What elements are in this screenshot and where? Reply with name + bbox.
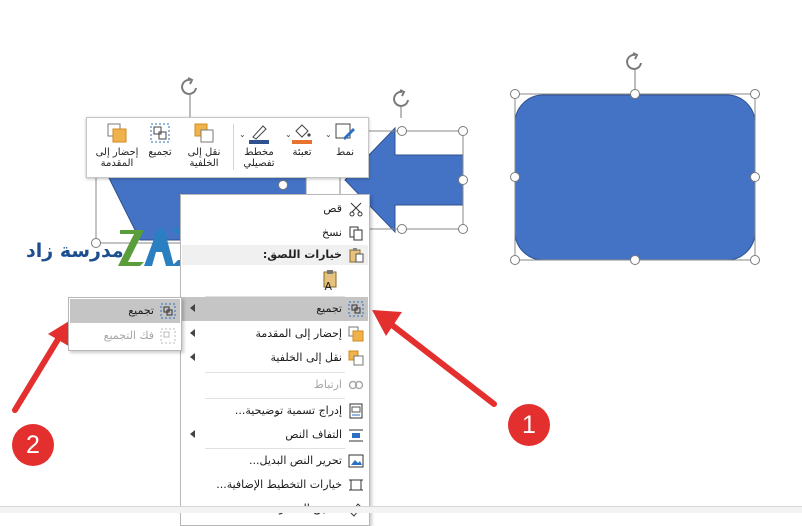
menu-item-copy[interactable]: نسخ (182, 221, 368, 245)
bring-forward-label: إحضار إلى المقدمة (95, 147, 139, 169)
send-to-back-icon (348, 350, 364, 366)
rounded-rectangle-shape[interactable] (514, 94, 756, 261)
submenu-item-ungroup-label: فك التجميع (103, 329, 154, 342)
wrap-text-icon (348, 427, 364, 443)
bring-forward-icon (107, 123, 127, 143)
menu-item-copy-label: نسخ (322, 226, 342, 239)
submenu-arrow-icon (190, 329, 195, 337)
submenu-arrow-icon (190, 353, 195, 361)
menu-item-edit-alt-text[interactable]: تحرير النص البديل... (182, 449, 368, 473)
menu-item-more-layout-options[interactable]: خيارات التخطيط الإضافية... (182, 473, 368, 497)
paste-options-header: خيارات اللصق: (182, 245, 368, 265)
annotation-arrow-2 (12, 318, 74, 413)
menu-item-wrap-text[interactable]: التفاف النص (182, 423, 368, 447)
menu-item-cut[interactable]: قص (182, 197, 368, 221)
rotate-handle-icon[interactable] (181, 77, 197, 118)
svg-text:A: A (324, 280, 332, 291)
copy-icon (348, 225, 364, 241)
rotate-handle-icon[interactable] (626, 52, 642, 90)
group-label: تجميع (148, 147, 172, 158)
send-backward-button[interactable]: نقل إلى الخلفية (179, 122, 229, 169)
menu-item-edit-alt-text-label: تحرير النص البديل... (249, 454, 342, 467)
fill-button[interactable]: تعبئة (285, 122, 319, 158)
style-button[interactable]: نمط (327, 122, 363, 158)
paste-icon (348, 247, 364, 266)
ungroup-icon (160, 328, 176, 344)
annotation-arrow-1 (372, 310, 497, 407)
menu-item-bring-to-front-label: إحضار إلى المقدمة (255, 327, 342, 340)
shape-style-icon (335, 123, 355, 140)
link-icon (348, 377, 364, 393)
step-badge-2: 2 (12, 424, 54, 466)
submenu-item-ungroup: فك التجميع (70, 324, 180, 348)
layout-options-icon (348, 477, 364, 493)
outline-label: مخطط تفصيلي (243, 147, 275, 169)
pen-outline-icon (249, 125, 269, 144)
bring-to-front-icon (348, 326, 364, 342)
group-icon (348, 301, 364, 317)
paste-options-label: خيارات اللصق: (262, 248, 342, 261)
step-badge-1: 1 (508, 404, 550, 446)
alt-text-icon (348, 453, 364, 469)
menu-item-group-label: تجميع (316, 302, 342, 315)
rotate-handle-icon[interactable] (393, 89, 409, 118)
send-backward-label: نقل إلى الخلفية (187, 147, 221, 169)
submenu-arrow-icon (190, 430, 195, 438)
group-button[interactable]: تجميع (145, 122, 175, 158)
menu-item-more-layout-options-label: خيارات التخطيط الإضافية... (216, 478, 342, 491)
submenu-item-group-label: تجميع (128, 304, 154, 317)
send-backward-icon (194, 123, 214, 143)
context-menu: قص نسخ خيارات اللصق: A تجميع إحضار إلى ا… (180, 194, 370, 526)
group-icon (150, 123, 170, 143)
toolbar-separator (233, 124, 234, 170)
paint-bucket-icon (292, 124, 312, 144)
insert-caption-icon (348, 403, 364, 419)
menu-item-link-label: ارتباط (313, 378, 342, 391)
group-icon (160, 303, 176, 319)
group-submenu: تجميع فك التجميع (68, 297, 182, 351)
menu-item-wrap-text-label: التفاف النص (285, 428, 342, 441)
bring-forward-button[interactable]: إحضار إلى المقدمة (91, 122, 143, 169)
outline-button[interactable]: مخطط تفصيلي (237, 122, 281, 169)
paste-keep-text-only-icon[interactable]: A (321, 269, 343, 294)
menu-item-insert-caption[interactable]: إدراج تسمية توضيحية... (182, 399, 368, 423)
logo-text: مدرسة زاد (26, 240, 124, 262)
submenu-item-group[interactable]: تجميع (70, 299, 180, 323)
submenu-arrow-icon (190, 304, 195, 312)
menu-item-cut-label: قص (323, 202, 342, 215)
fill-label: تعبئة (292, 147, 312, 158)
style-label: نمط (335, 147, 355, 158)
menu-item-link: ارتباط (182, 373, 368, 397)
menu-item-bring-to-front[interactable]: إحضار إلى المقدمة (182, 322, 368, 346)
menu-item-insert-caption-label: إدراج تسمية توضيحية... (234, 404, 342, 417)
menu-item-send-to-back[interactable]: نقل إلى الخلفية (182, 346, 368, 370)
mini-toolbar: إحضار إلى المقدمة تجميع نقل إلى الخلفية … (86, 117, 369, 178)
scissors-icon (348, 201, 364, 217)
menu-item-send-to-back-label: نقل إلى الخلفية (270, 351, 342, 364)
menu-item-group[interactable]: تجميع (182, 297, 368, 321)
